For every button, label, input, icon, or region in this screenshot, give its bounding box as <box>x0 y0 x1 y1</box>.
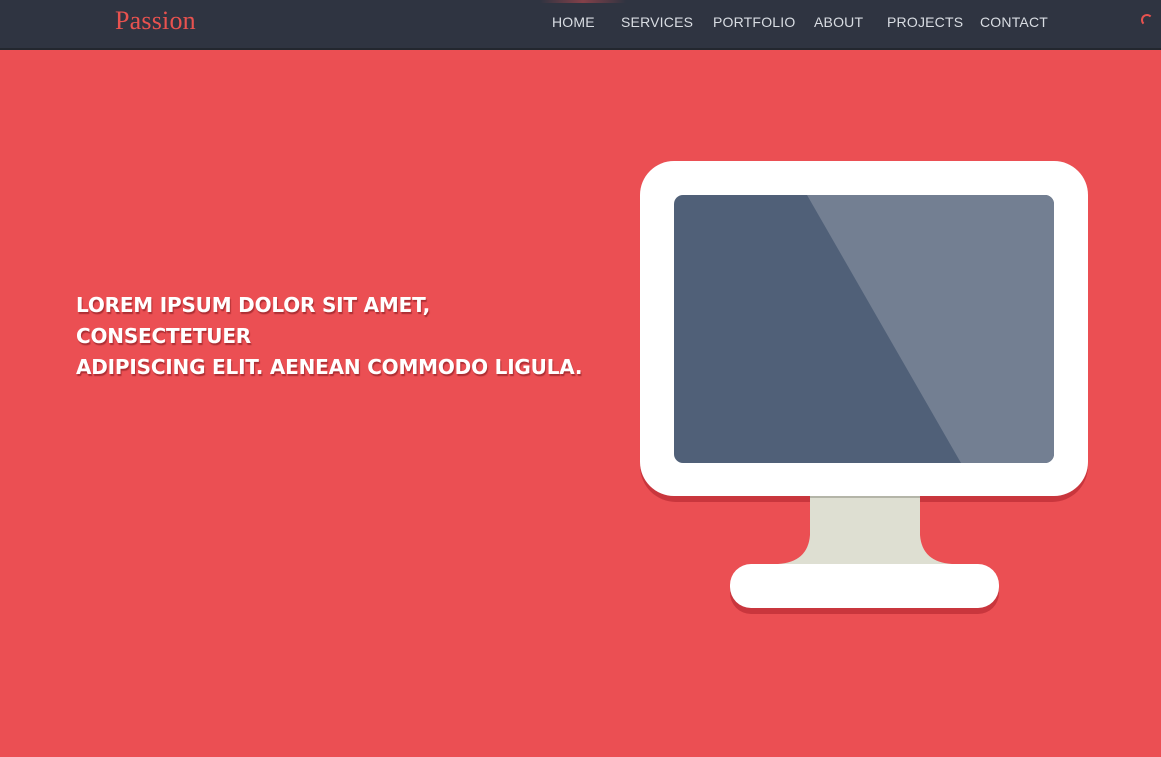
hero-headline-line-2: ADIPISCING ELIT. AENEAN COMMODO LIGULA. <box>76 355 583 379</box>
nav-item-about[interactable]: ABOUT <box>814 14 863 30</box>
nav-item-projects[interactable]: PROJECTS <box>887 14 963 30</box>
nav-item-services[interactable]: SERVICES <box>621 14 693 30</box>
nav-item-home[interactable]: HOME <box>552 14 595 30</box>
monitor-icon <box>640 161 1088 614</box>
top-navbar: Passion HOME SERVICES PORTFOLIO ABOUT PR… <box>0 0 1161 50</box>
main-nav: HOME SERVICES PORTFOLIO ABOUT PROJECTS C… <box>0 0 1161 48</box>
nav-item-portfolio[interactable]: PORTFOLIO <box>713 14 795 30</box>
monitor-base <box>730 564 999 608</box>
spinner-icon <box>1141 14 1153 26</box>
nav-item-contact[interactable]: CONTACT <box>980 14 1048 30</box>
hero-headline: LOREM IPSUM DOLOR SIT AMET, CONSECTETUER… <box>76 290 596 383</box>
hero-headline-line-1: LOREM IPSUM DOLOR SIT AMET, CONSECTETUER <box>76 293 431 348</box>
